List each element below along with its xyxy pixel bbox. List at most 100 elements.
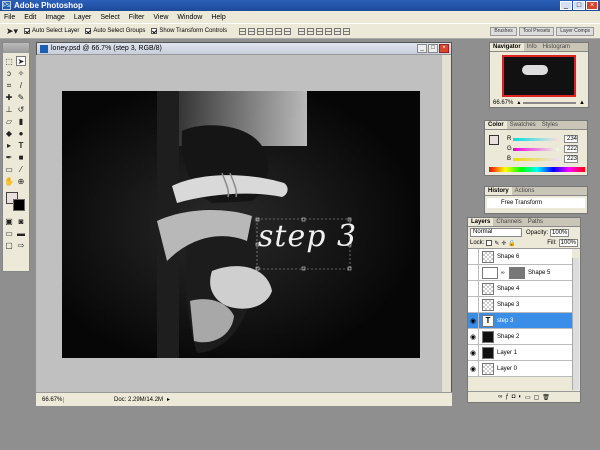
history-brush-icon[interactable]: ↺	[16, 105, 26, 115]
maximize-button[interactable]: □	[573, 1, 585, 10]
lasso-tool-icon[interactable]: ↄ	[4, 69, 14, 79]
auto-select-groups-option[interactable]: Auto Select Groups	[85, 28, 145, 34]
menu-filter[interactable]: Filter	[129, 14, 145, 21]
close-button[interactable]: ×	[586, 1, 598, 10]
zoom-in-icon[interactable]: ▲	[579, 100, 585, 106]
layer-row[interactable]: ◉ Layer 0	[468, 360, 572, 377]
color-fg-swatch[interactable]	[489, 135, 499, 145]
healing-brush-icon[interactable]: ✚	[4, 93, 14, 103]
align-bottom-icon[interactable]	[257, 27, 265, 35]
well-brushes[interactable]: Brushes	[490, 26, 517, 36]
tab-paths[interactable]: Paths	[525, 218, 546, 226]
pen-tool-icon[interactable]: ✒	[4, 153, 14, 163]
canvas-image[interactable]: step 3	[62, 91, 420, 358]
link-layers-icon[interactable]: ∞	[498, 394, 502, 400]
zoom-out-icon[interactable]: ▴	[517, 99, 520, 106]
blend-mode-select[interactable]: Normal	[470, 228, 522, 237]
layer-mask-icon[interactable]: ◘	[512, 394, 516, 400]
tab-channels[interactable]: Channels	[493, 218, 524, 226]
crop-tool-icon[interactable]: ⌗	[4, 81, 14, 91]
eye-icon[interactable]: ◉	[468, 328, 479, 345]
move-tool-preset-icon[interactable]: ➤▾	[1, 26, 23, 36]
eyedropper-tool-icon[interactable]: ⁄	[16, 165, 26, 175]
hand-tool-icon[interactable]: ✋	[4, 177, 14, 187]
layer-row[interactable]: ◉ Shape 2	[468, 328, 572, 345]
lock-paint-icon[interactable]: ✎	[494, 240, 499, 247]
document-minimize-button[interactable]: _	[417, 44, 427, 53]
slice-tool-icon[interactable]: /	[16, 81, 26, 91]
navigator-thumbnail[interactable]	[502, 55, 576, 97]
menu-edit[interactable]: Edit	[24, 14, 36, 21]
eye-icon[interactable]: ◉	[468, 344, 479, 361]
g-slider[interactable]	[513, 147, 559, 151]
screen-mode-full-icon[interactable]: ▬	[16, 229, 26, 239]
r-value[interactable]: 234	[564, 135, 578, 143]
standard-mode-icon[interactable]: ▣	[4, 217, 14, 227]
screen-mode-standard-icon[interactable]: ▭	[4, 229, 14, 239]
menu-layer[interactable]: Layer	[74, 14, 92, 21]
menu-window[interactable]: Window	[177, 14, 202, 21]
layer-style-icon[interactable]: ƒ	[505, 394, 508, 400]
canvas-step-text[interactable]: step 3	[258, 219, 357, 254]
layer-row[interactable]: Shape 6	[468, 249, 572, 265]
layer-visibility-toggle[interactable]	[468, 264, 479, 281]
well-layer-comps[interactable]: Layer Comps	[556, 26, 594, 36]
document-close-button[interactable]: ×	[439, 44, 449, 53]
layers-scrollbar[interactable]	[572, 258, 579, 390]
well-tool-presets[interactable]: Tool Presets	[518, 26, 555, 36]
zoom-tool-icon[interactable]: ⊕	[16, 177, 26, 187]
tab-swatches[interactable]: Swatches	[507, 121, 539, 129]
menu-select[interactable]: Select	[100, 14, 119, 21]
layer-visibility-toggle[interactable]	[468, 296, 479, 313]
align-vcenter-icon[interactable]	[248, 27, 256, 35]
gradient-tool-icon[interactable]: ▮	[16, 117, 26, 127]
document-title-bar[interactable]: loney.psd @ 66.7% (step 3, RGB/8) _ □ ×	[37, 43, 451, 55]
layer-row[interactable]: ◉ Layer 1	[468, 344, 572, 361]
lock-move-icon[interactable]: ✛	[501, 240, 506, 247]
fill-value[interactable]: 100%	[558, 239, 578, 247]
eraser-tool-icon[interactable]: ▱	[4, 117, 14, 127]
lock-all-icon[interactable]: 🔒	[508, 240, 515, 247]
eye-icon[interactable]: ◉	[468, 360, 479, 377]
auto-select-layer-checkbox[interactable]	[24, 28, 30, 34]
distribute-top-icon[interactable]	[298, 27, 306, 35]
menu-view[interactable]: View	[153, 14, 168, 21]
align-top-icon[interactable]	[239, 27, 247, 35]
navigator-zoom[interactable]: 66.67%	[493, 100, 513, 106]
auto-select-layer-option[interactable]: Auto Select Layer	[24, 28, 79, 34]
distribute-bottom-icon[interactable]	[316, 27, 324, 35]
delete-layer-icon[interactable]: 🗑	[542, 394, 550, 401]
layer-row[interactable]: ◉ Tstep 3	[468, 312, 572, 329]
show-transform-controls-option[interactable]: Show Transform Controls	[151, 28, 227, 34]
tab-actions[interactable]: Actions	[512, 187, 538, 195]
menu-image[interactable]: Image	[45, 14, 64, 21]
eye-icon[interactable]: ◉	[468, 312, 479, 329]
tab-histogram[interactable]: Histogram	[540, 43, 573, 51]
distribute-vcenter-icon[interactable]	[307, 27, 315, 35]
layer-row[interactable]: Shape 4	[468, 280, 572, 297]
menu-help[interactable]: Help	[211, 14, 225, 21]
zoom-slider[interactable]	[523, 101, 577, 104]
b-value[interactable]: 223	[564, 155, 578, 163]
minimize-button[interactable]: _	[560, 1, 572, 10]
adjustment-layer-icon[interactable]: ◐	[518, 394, 522, 400]
lock-transparency-icon[interactable]	[486, 240, 493, 246]
tab-color[interactable]: Color	[485, 121, 507, 129]
color-spectrum-ramp[interactable]	[489, 167, 585, 172]
tab-layers[interactable]: Layers	[468, 218, 494, 226]
tab-styles[interactable]: Styles	[539, 121, 561, 129]
zoom-level[interactable]: 66.67%	[36, 396, 64, 403]
tab-info[interactable]: Info	[524, 43, 540, 51]
distribute-right-icon[interactable]	[343, 27, 351, 35]
distribute-hcenter-icon[interactable]	[334, 27, 342, 35]
layer-row[interactable]: ∞ Shape 5	[468, 264, 572, 281]
path-select-icon[interactable]: ▸	[4, 141, 14, 151]
new-group-icon[interactable]: ▭	[525, 394, 531, 401]
screen-mode-menu-icon[interactable]: ▢	[4, 241, 14, 251]
jump-to-imageready-icon[interactable]: ⇨	[16, 241, 26, 251]
layer-visibility-toggle[interactable]	[468, 280, 479, 297]
clone-stamp-icon[interactable]: ⊥	[4, 105, 14, 115]
quickmask-mode-icon[interactable]: ◙	[16, 217, 26, 227]
layer-row[interactable]: Shape 3	[468, 296, 572, 313]
tab-history[interactable]: History	[485, 187, 512, 195]
